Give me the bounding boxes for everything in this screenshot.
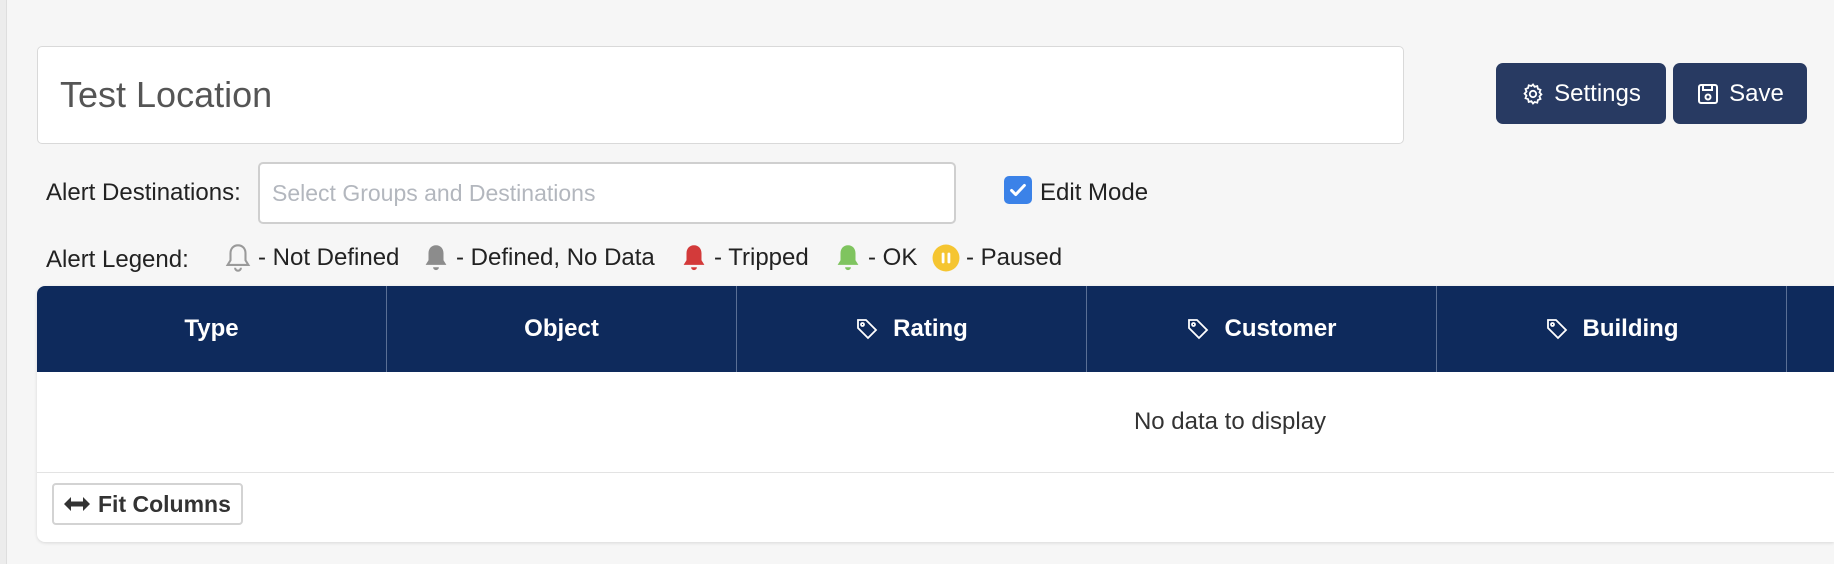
left-border — [0, 0, 7, 564]
legend-text: - Defined, No Data — [456, 244, 655, 271]
alert-destinations-label: Alert Destinations: — [46, 179, 241, 206]
edit-mode-label[interactable]: Edit Mode — [1040, 179, 1148, 207]
column-label: Object — [524, 315, 599, 342]
column-label: Type — [184, 315, 239, 342]
location-name-input[interactable] — [38, 47, 1403, 143]
legend-item-tripped: - Tripped — [680, 242, 809, 274]
settings-button-label: Settings — [1554, 79, 1641, 107]
column-label: Rating — [893, 315, 968, 342]
grid-header: Type Object Rating Customer Building — [37, 286, 1834, 372]
tag-icon — [1188, 319, 1209, 340]
tag-icon — [857, 319, 878, 340]
bell-icon — [425, 245, 447, 271]
data-grid: Type Object Rating Customer Building No … — [37, 286, 1834, 542]
arrows-horizontal-icon — [64, 497, 90, 511]
alert-destinations-select[interactable] — [258, 162, 956, 224]
column-header-rating[interactable]: Rating — [737, 286, 1087, 372]
fit-columns-button[interactable]: Fit Columns — [52, 483, 243, 525]
column-header-building[interactable]: Building — [1437, 286, 1787, 372]
checkmark-icon — [1010, 183, 1026, 197]
column-header-customer[interactable]: Customer — [1087, 286, 1437, 372]
column-header-object[interactable]: Object — [387, 286, 737, 372]
fit-columns-label: Fit Columns — [98, 490, 231, 517]
legend-text: - Not Defined — [258, 244, 400, 271]
bell-outline-icon — [225, 244, 251, 272]
legend-item-defined-no-data: - Defined, No Data — [422, 242, 655, 274]
column-label: Customer — [1224, 315, 1337, 342]
column-label: Building — [1582, 315, 1679, 342]
save-button[interactable]: Save — [1673, 63, 1807, 124]
bell-icon — [837, 245, 859, 271]
legend-item-paused: - Paused — [932, 242, 1062, 274]
edit-mode-checkbox[interactable] — [1004, 176, 1032, 204]
legend-item-not-defined: - Not Defined — [224, 242, 399, 274]
column-header-type[interactable]: Type — [37, 286, 387, 372]
floppy-disk-icon — [1698, 83, 1719, 104]
gear-icon — [1523, 82, 1543, 105]
bell-icon — [683, 245, 705, 271]
empty-state-text: No data to display — [1133, 408, 1327, 435]
legend-text: - OK — [868, 244, 918, 271]
legend-text: - Paused — [966, 244, 1063, 271]
save-button-label: Save — [1729, 79, 1784, 107]
alert-destinations-input[interactable] — [260, 164, 954, 222]
pause-circle-icon — [932, 244, 960, 272]
legend-item-ok: - OK — [834, 242, 917, 274]
alert-legend-label: Alert Legend: — [46, 246, 189, 273]
legend-text: - Tripped — [714, 244, 809, 271]
settings-button[interactable]: Settings — [1496, 63, 1666, 124]
grid-footer — [37, 472, 1834, 542]
tag-icon — [1546, 319, 1567, 340]
location-name-field[interactable] — [37, 46, 1404, 144]
